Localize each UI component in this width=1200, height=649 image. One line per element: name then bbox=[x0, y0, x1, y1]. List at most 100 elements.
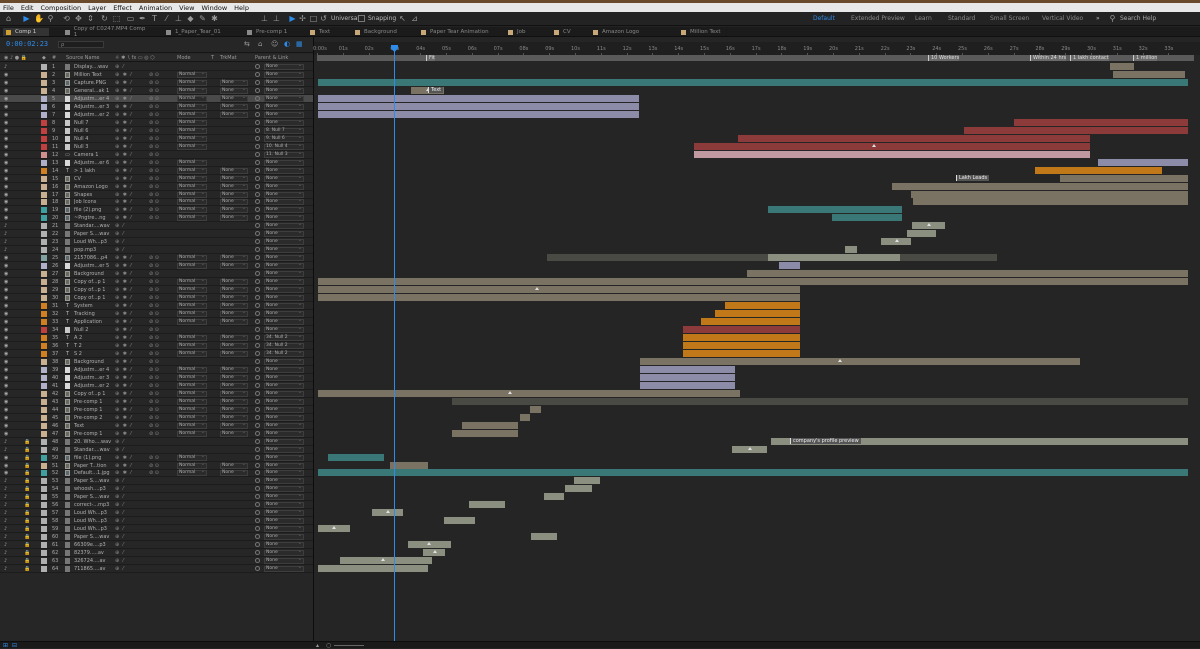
layer-row[interactable]: ◉33TApplication⊕ ✱ ⁄⊘ ⊙NormalNoneNone bbox=[0, 318, 313, 327]
speaker-icon[interactable]: ♪ bbox=[4, 526, 7, 532]
more-workspaces-icon[interactable]: » bbox=[1096, 15, 1100, 22]
parent-pickwhip-icon[interactable] bbox=[255, 319, 260, 325]
layer-name[interactable]: Capture.PNG bbox=[74, 80, 114, 86]
stamp-tool-icon[interactable]: ⊥ bbox=[174, 14, 183, 23]
layer-row[interactable]: ◉🔒51Paper T...tion⊕ ✱ ⁄⊘ ⊙NormalNoneNone bbox=[0, 462, 313, 470]
blend-mode-dropdown[interactable]: Normal bbox=[177, 454, 207, 461]
workspace-default[interactable]: Default bbox=[813, 15, 835, 22]
layer-duration-bar[interactable] bbox=[832, 214, 902, 222]
label-color-swatch[interactable] bbox=[41, 526, 47, 533]
layer-name[interactable]: Copy of...p 1 bbox=[74, 391, 114, 397]
track-matte-dropdown[interactable]: None bbox=[220, 382, 248, 389]
layer-row[interactable]: ◉ 4 General...ak 1⊕ ✱ ⁄ ⊘ ⊙ Normal None None bbox=[0, 87, 313, 95]
parent-pickwhip-icon[interactable] bbox=[255, 342, 260, 348]
layer-row[interactable]: ◉ 42 Copy of...p 1⊕ ✱ ⁄ ⊘ ⊙ Normal None None bbox=[0, 390, 313, 398]
workspace-standard[interactable]: Standard bbox=[948, 15, 975, 22]
layer-duration-bar[interactable] bbox=[912, 222, 945, 230]
layer-row[interactable]: ◉ 16 Amazon Logo⊕ ✱ ⁄ ⊘ ⊙ Normal None None bbox=[0, 183, 313, 191]
layer-duration-bar[interactable] bbox=[318, 78, 1188, 86]
track-matte-dropdown[interactable]: None bbox=[220, 103, 248, 110]
lock-icon[interactable]: 🔒 bbox=[24, 518, 30, 524]
layer-switches[interactable]: ⊕ ⁄ bbox=[115, 526, 125, 532]
eye-icon[interactable]: ◉ bbox=[4, 207, 8, 213]
track-matte-dropdown[interactable]: None bbox=[220, 214, 248, 222]
layer-name[interactable]: Loud Wh...p3 bbox=[74, 510, 114, 516]
layer-row[interactable]: ◉ 40 Adjustm...er 3⊕ ✱ ⁄ ⊘ ⊙ Normal None None bbox=[0, 374, 313, 382]
comp-marker[interactable]: Within 24 hrs bbox=[1030, 55, 1067, 61]
parent-dropdown[interactable]: None bbox=[264, 167, 304, 174]
layer-name[interactable]: Shapes bbox=[74, 192, 114, 198]
label-color-swatch[interactable] bbox=[41, 151, 47, 158]
track-matte-dropdown[interactable]: None bbox=[220, 167, 248, 174]
eye-icon[interactable]: ◉ bbox=[4, 470, 8, 476]
parent-pickwhip-icon[interactable] bbox=[255, 175, 260, 181]
layer-row[interactable]: ♪ 1 Display....wav ⊕ ⁄ None bbox=[0, 63, 313, 71]
workspace-small-screen[interactable]: Small Screen bbox=[990, 15, 1029, 22]
label-color-swatch[interactable] bbox=[41, 287, 47, 294]
layer-switches[interactable]: ⊕ ✱ ⁄ bbox=[115, 303, 132, 309]
layer-switches[interactable]: ⊕ ✱ ⁄ bbox=[115, 215, 132, 221]
parent-pickwhip-icon[interactable] bbox=[255, 382, 260, 388]
layer-duration-bar[interactable] bbox=[881, 238, 911, 246]
track-matte-dropdown[interactable]: None bbox=[220, 95, 248, 102]
layer-name[interactable]: Tracking bbox=[74, 311, 114, 317]
parent-dropdown[interactable]: None bbox=[264, 454, 304, 461]
menu-window[interactable]: Window bbox=[202, 4, 228, 12]
parent-pickwhip-icon[interactable] bbox=[255, 494, 260, 500]
parent-dropdown[interactable]: None bbox=[264, 390, 304, 397]
zoom-slider-track[interactable] bbox=[334, 645, 364, 646]
puppet-tool-icon[interactable]: ✱ bbox=[210, 14, 219, 23]
label-color-swatch[interactable] bbox=[41, 239, 47, 246]
layer-switches[interactable]: ⊕ ⁄ bbox=[115, 558, 125, 564]
layer-row[interactable]: ◉ 13 Adjustm...er 6⊕ ✱ ⁄ ⊘ ⊙ Normal None bbox=[0, 159, 313, 167]
comp-flowchart-icon[interactable]: ⇆ bbox=[244, 40, 250, 48]
label-color-swatch[interactable] bbox=[41, 358, 47, 365]
eye-icon[interactable]: ◉ bbox=[4, 215, 8, 221]
layer-name[interactable]: Adjustm...er 6 bbox=[74, 160, 114, 166]
fx-switch-icon[interactable]: ⊘ ⊙ bbox=[149, 351, 159, 357]
parent-dropdown[interactable]: None bbox=[264, 358, 304, 365]
parent-dropdown[interactable]: None bbox=[264, 95, 304, 102]
layer-switches[interactable]: ⊕ ⁄ bbox=[115, 550, 125, 556]
layer-row[interactable]: ♪ 🔒 58 Loud Wh...p3 ⊕ ⁄ None bbox=[0, 517, 313, 526]
layer-duration-bar[interactable] bbox=[640, 381, 735, 389]
layer-name[interactable]: Job Icons bbox=[74, 199, 114, 205]
layer-row[interactable]: ◉ 7 Adjustm...er 2⊕ ✱ ⁄ ⊘ ⊙ Normal None None bbox=[0, 111, 313, 119]
label-color-swatch[interactable] bbox=[41, 175, 47, 182]
layer-duration-bar[interactable] bbox=[565, 485, 592, 493]
label-color-swatch[interactable] bbox=[41, 79, 47, 86]
layer-row[interactable]: ♪ 🔒 49 Standar....wav ⊕ ⁄ None bbox=[0, 446, 313, 454]
layer-row[interactable]: ◉ 27 Background ⊕ ✱ ⁄ ⊘ ⊙ None bbox=[0, 270, 313, 279]
layer-switches[interactable]: ⊕ ⁄ bbox=[115, 566, 125, 572]
blend-mode-dropdown[interactable]: Normal bbox=[177, 390, 207, 397]
layer-switches[interactable]: ⊕ ✱ ⁄ bbox=[115, 431, 132, 437]
label-color-swatch[interactable] bbox=[41, 271, 47, 278]
layer-duration-bar[interactable] bbox=[683, 326, 800, 333]
layer-name[interactable]: 2157086...p4 bbox=[74, 255, 114, 261]
parent-pickwhip-icon[interactable] bbox=[255, 311, 260, 317]
menu-animation[interactable]: Animation bbox=[139, 4, 172, 12]
fx-switch-icon[interactable]: ⊘ ⊙ bbox=[149, 80, 159, 86]
fx-switch-icon[interactable]: ⊘ ⊙ bbox=[149, 168, 159, 174]
tab-background[interactable]: Background bbox=[352, 28, 406, 36]
move-icon[interactable]: ✢ bbox=[298, 14, 307, 23]
label-color-swatch[interactable] bbox=[41, 263, 47, 270]
camera-tool-icon[interactable]: ⬚ bbox=[112, 14, 121, 23]
fx-switch-icon[interactable]: ⊘ ⊙ bbox=[149, 399, 159, 405]
layer-duration-bar[interactable] bbox=[452, 397, 1188, 405]
layer-name[interactable]: Amazon Logo bbox=[74, 184, 114, 190]
dolly-tool-icon[interactable]: ⇕ bbox=[86, 14, 95, 23]
label-color-swatch[interactable] bbox=[41, 231, 47, 238]
layer-row[interactable]: ♪ 🔒 53 Paper S....wav ⊕ ⁄ None bbox=[0, 477, 313, 486]
label-color-swatch[interactable] bbox=[41, 71, 47, 78]
eye-icon[interactable]: ◉ bbox=[4, 455, 8, 461]
pen-tool-icon[interactable]: ✒ bbox=[138, 14, 147, 23]
label-color-swatch[interactable] bbox=[41, 350, 47, 357]
fx-switch-icon[interactable]: ⊘ ⊙ bbox=[149, 207, 159, 213]
track-matte-dropdown[interactable]: None bbox=[220, 318, 248, 326]
parent-pickwhip-icon[interactable] bbox=[255, 486, 260, 492]
parent-pickwhip-icon[interactable] bbox=[255, 215, 260, 221]
layer-switches[interactable]: ⊕ ✱ ⁄ bbox=[115, 367, 132, 373]
lock-icon[interactable]: 🔒 bbox=[24, 455, 30, 461]
layer-row[interactable]: ♪ 🔒 61 66309e....p3 ⊕ ⁄ None bbox=[0, 541, 313, 550]
